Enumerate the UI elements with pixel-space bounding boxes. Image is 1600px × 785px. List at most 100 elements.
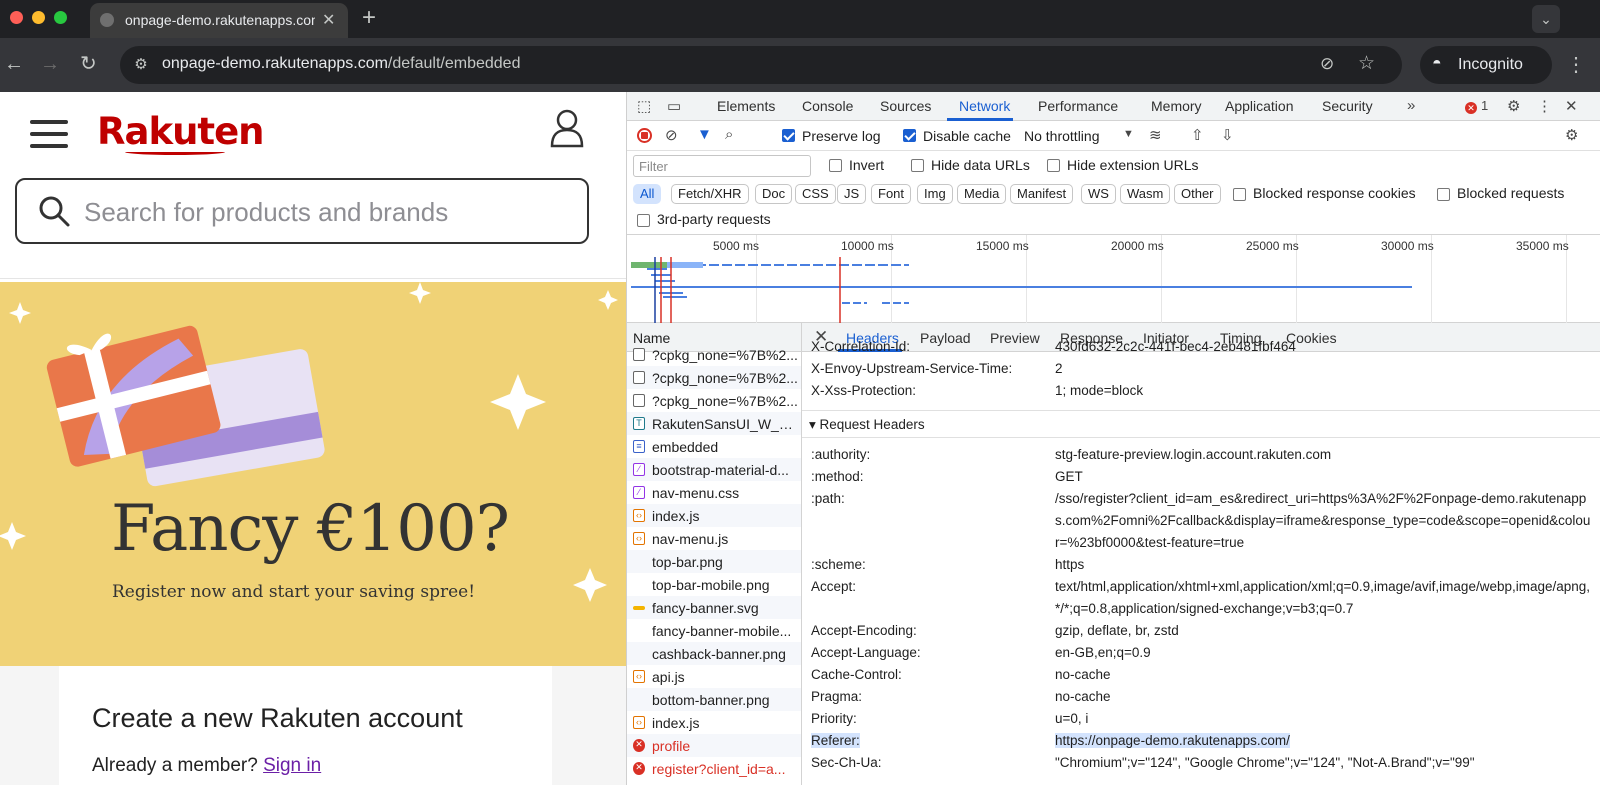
header-row[interactable]: Referer: https://onpage-demo.rakutenapps.… (802, 730, 1600, 752)
hide-data-urls-checkbox[interactable] (911, 159, 924, 172)
third-party-checkbox[interactable] (637, 214, 650, 227)
gear-icon[interactable]: ⚙ (1507, 97, 1520, 115)
type-chip-ws[interactable]: WS (1081, 184, 1116, 204)
close-icon[interactable]: ✕ (322, 10, 335, 30)
search-icon[interactable]: ⌕ (725, 126, 733, 143)
browser-menu-icon[interactable]: ⋮ (1566, 52, 1586, 77)
request-row[interactable]: ⁄ nav-menu.css (627, 481, 801, 504)
type-chip-js[interactable]: JS (837, 184, 867, 204)
type-chip-font[interactable]: Font (871, 184, 912, 204)
request-row[interactable]: ‹› index.js (627, 504, 801, 527)
header-row[interactable]: :path: /sso/register?client_id=am_es&redi… (802, 488, 1600, 554)
request-row[interactable]: ‹› api.js (627, 665, 801, 688)
promo-banner[interactable]: Fancy €100? Register now and start your … (0, 282, 626, 666)
type-chip-media[interactable]: Media (957, 184, 1007, 204)
blocked-requests-checkbox[interactable] (1437, 188, 1450, 201)
url-text[interactable]: onpage-demo.rakutenapps.com/default/embe… (162, 55, 520, 73)
tab-sources[interactable]: Sources (880, 98, 931, 114)
request-row[interactable]: top-bar-mobile.png (627, 573, 801, 596)
type-chip-all[interactable]: All (633, 184, 662, 204)
type-chip-doc[interactable]: Doc (755, 184, 793, 204)
inspect-element-icon[interactable]: ⬚ (637, 97, 651, 115)
new-tab-button[interactable]: + (362, 3, 376, 33)
blocked-response-cookies-checkbox[interactable] (1233, 188, 1246, 201)
sign-in-link[interactable]: Sign in (263, 755, 321, 776)
request-row[interactable]: ≡ embedded (627, 435, 801, 458)
close-window-button[interactable] (10, 11, 23, 24)
disable-cache-checkbox[interactable] (903, 129, 916, 142)
maximize-window-button[interactable] (54, 11, 67, 24)
request-row[interactable]: ?cpkg_none=%7B%2... (627, 343, 801, 366)
browser-tab[interactable]: onpage-demo.rakutenapps.com ✕ (90, 3, 348, 38)
back-icon[interactable]: ← (4, 52, 24, 76)
rakuten-logo[interactable]: Rakuten (97, 110, 265, 153)
throttling-select[interactable]: No throttling (1024, 128, 1099, 144)
request-row[interactable]: fancy-banner-mobile... (627, 619, 801, 642)
download-icon[interactable]: ⇩ (1221, 126, 1234, 144)
request-row[interactable]: T RakutenSansUI_W_R... (627, 412, 801, 435)
request-row[interactable]: ✕ register?client_id=a... (627, 757, 801, 780)
request-row[interactable]: ‹› nav-menu.js (627, 527, 801, 550)
network-conditions-icon[interactable]: ≋ (1149, 126, 1162, 144)
tab-memory[interactable]: Memory (1151, 98, 1202, 114)
header-row[interactable]: Accept: text/html,application/xhtml+xml,a… (802, 576, 1600, 620)
devtools-menu-icon[interactable]: ⋮ (1537, 97, 1552, 115)
type-chip-fetch[interactable]: Fetch/XHR (671, 184, 749, 204)
header-row[interactable]: X-Xss-Protection: 1; mode=block (802, 380, 1600, 402)
header-row[interactable]: Accept-Language: en-GB,en;q=0.9 (802, 642, 1600, 664)
header-row[interactable]: Cache-Control: no-cache (802, 664, 1600, 686)
tab-application[interactable]: Application (1225, 98, 1294, 114)
type-chip-img[interactable]: Img (917, 184, 953, 204)
filter-input[interactable]: Filter (633, 155, 811, 177)
header-row[interactable]: :method: GET (802, 466, 1600, 488)
forward-icon[interactable]: → (40, 52, 60, 76)
tab-security[interactable]: Security (1322, 98, 1373, 114)
request-row[interactable]: ⁄ bootstrap-material-d... (627, 458, 801, 481)
eye-slash-icon[interactable]: ⊘ (1320, 54, 1334, 74)
invert-checkbox[interactable] (829, 159, 842, 172)
preserve-log-checkbox[interactable] (782, 129, 795, 142)
tab-console[interactable]: Console (802, 98, 853, 114)
tab-elements[interactable]: Elements (717, 98, 775, 114)
tab-performance[interactable]: Performance (1038, 98, 1118, 114)
chevron-down-icon[interactable]: ⌄ (1532, 5, 1560, 33)
request-row[interactable]: top-bar.png (627, 550, 801, 573)
minimize-window-button[interactable] (32, 11, 45, 24)
upload-icon[interactable]: ⇧ (1191, 126, 1204, 144)
request-headers-section[interactable]: ▾ Request Headers (802, 410, 1600, 438)
incognito-badge[interactable]: ◓ Incognito (1420, 46, 1552, 84)
chevron-down-icon[interactable]: ▼ (1123, 128, 1134, 140)
request-row[interactable]: fancy-banner.svg (627, 596, 801, 619)
header-row[interactable]: X-Envoy-Upstream-Service-Time: 2 (802, 358, 1600, 380)
type-chip-other[interactable]: Other (1174, 184, 1221, 204)
type-chip-css[interactable]: CSS (795, 184, 836, 204)
device-toolbar-icon[interactable]: ▭ (667, 97, 681, 115)
request-row[interactable]: bottom-banner.png (627, 688, 801, 711)
tab-network[interactable]: Network (959, 98, 1010, 114)
header-row[interactable]: :authority: stg-feature-preview.login.acc… (802, 444, 1600, 466)
close-devtools-icon[interactable]: ✕ (1565, 97, 1578, 115)
network-settings-icon[interactable]: ⚙ (1565, 126, 1578, 144)
header-row[interactable]: Pragma: no-cache (802, 686, 1600, 708)
header-row[interactable]: X-Correlation-Id: 430fd632-2c2c-441f-bec4… (802, 336, 1600, 358)
type-chip-manifest[interactable]: Manifest (1010, 184, 1074, 204)
header-row[interactable]: Accept-Encoding: gzip, deflate, br, zstd (802, 620, 1600, 642)
error-count-badge[interactable]: ✕ 1 (1465, 98, 1488, 114)
header-row[interactable]: Sec-Ch-Ua: "Chromium";v="124", "Google Ch… (802, 752, 1600, 774)
search-input[interactable]: Search for products and brands (15, 178, 589, 244)
more-tabs-icon[interactable]: » (1407, 97, 1415, 114)
request-row[interactable]: cashback-banner.png (627, 642, 801, 665)
user-icon[interactable] (550, 108, 584, 148)
star-icon[interactable]: ☆ (1358, 52, 1375, 75)
site-settings-icon[interactable]: ⚙ (130, 54, 152, 76)
type-chip-wasm[interactable]: Wasm (1120, 184, 1171, 204)
clear-icon[interactable]: ⊘ (665, 126, 678, 144)
header-row[interactable]: :scheme: https (802, 554, 1600, 576)
hamburger-menu-icon[interactable] (30, 120, 68, 150)
hide-extension-urls-checkbox[interactable] (1047, 159, 1060, 172)
filter-icon[interactable]: ▼ (697, 126, 712, 143)
reload-icon[interactable]: ↻ (80, 52, 97, 76)
address-bar[interactable]: ⚙ onpage-demo.rakutenapps.com/default/em… (120, 46, 1402, 84)
request-row[interactable]: ✕ profile (627, 734, 801, 757)
request-row[interactable]: ?cpkg_none=%7B%2... (627, 389, 801, 412)
